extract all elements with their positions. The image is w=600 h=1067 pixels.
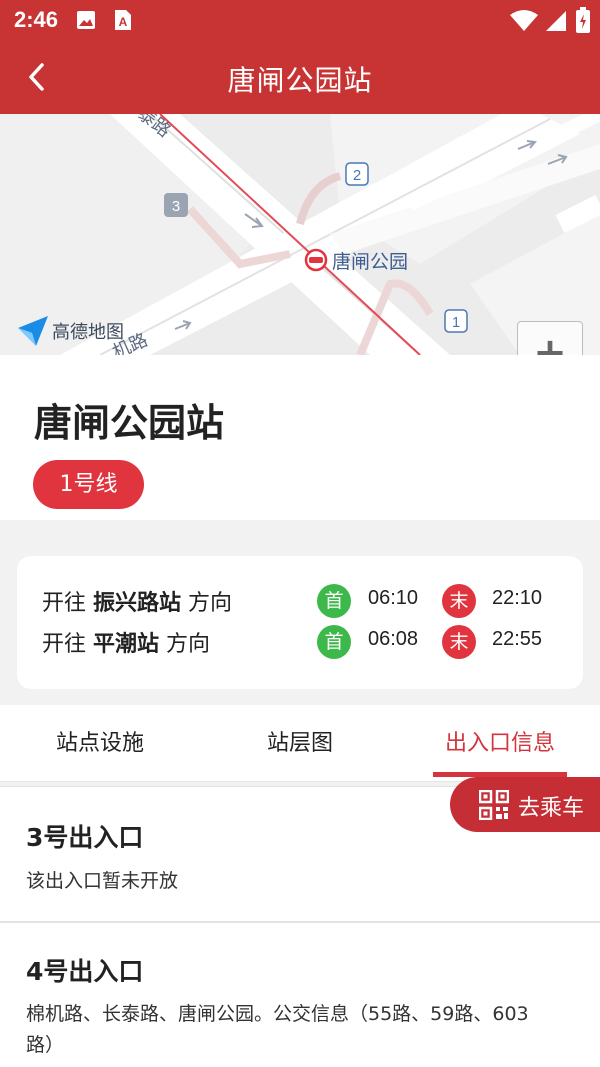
schedule-row: 开往 振兴路站 方向 首 06:10 末 22:10 — [17, 581, 583, 621]
font-a-icon: A — [115, 10, 131, 30]
zoom-control: + − — [517, 321, 583, 355]
status-bar: 2:46 A — [0, 0, 600, 40]
tab-exit-info[interactable]: 出入口信息 — [400, 725, 600, 757]
go-ride-label: 去乘车 — [518, 796, 585, 821]
station-name: 唐闸公园站 — [34, 401, 225, 445]
svg-text:1: 1 — [452, 314, 460, 331]
map-station-label: 唐闸公园 — [332, 251, 408, 273]
svg-text:3: 3 — [172, 198, 180, 215]
schedule-row: 开往 平潮站 方向 首 06:08 末 22:55 — [17, 622, 583, 662]
app-header: 唐闸公园站 — [0, 40, 600, 114]
line-badge[interactable]: 1号线 — [33, 460, 144, 509]
qr-code-icon — [479, 790, 509, 820]
zoom-in-button[interactable]: + — [518, 322, 582, 355]
exit-title: 3号出入口 — [26, 823, 144, 852]
svg-text:2: 2 — [353, 167, 361, 184]
last-train-badge: 末 — [442, 584, 476, 618]
svg-text:A: A — [119, 15, 128, 29]
last-train-badge: 末 — [442, 625, 476, 659]
direction-text: 开往 平潮站 方向 — [42, 632, 211, 657]
direction-text: 开往 振兴路站 方向 — [42, 591, 233, 616]
battery-icon — [576, 7, 590, 33]
exit-description: 棉机路、长泰路、唐闸公园。公交信息（55路、59路、603路） — [26, 1003, 529, 1056]
exit-marker: 2 — [345, 162, 369, 186]
station-map[interactable]: 泰路 机路 2 3 1 唐闸公园 高德地图 + − — [0, 114, 600, 355]
divider — [0, 921, 600, 923]
last-train-time: 22:55 — [492, 628, 543, 650]
first-train-badge: 首 — [317, 625, 351, 659]
tab-station-facilities[interactable]: 站点设施 — [0, 725, 200, 757]
destination-name: 平潮站 — [93, 632, 160, 657]
exit-marker: 1 — [444, 309, 468, 333]
go-ride-button[interactable]: 去乘车 — [450, 777, 600, 832]
tab-bar: 站点设施 站层图 出入口信息 — [0, 705, 600, 782]
status-time: 2:46 — [14, 7, 59, 32]
tab-floor-plan[interactable]: 站层图 — [200, 725, 400, 757]
image-icon — [77, 11, 95, 29]
signal-icon — [546, 11, 566, 31]
first-train-time: 06:10 — [368, 587, 419, 609]
metro-station-icon[interactable] — [304, 248, 328, 272]
destination-name: 振兴路站 — [93, 591, 182, 616]
first-train-time: 06:08 — [368, 628, 419, 650]
map-provider-label: 高德地图 — [52, 322, 124, 343]
map-canvas: 泰路 机路 2 3 1 唐闸公园 高德地图 — [0, 114, 600, 355]
schedule-card: 开往 振兴路站 方向 首 06:10 末 22:10 开往 平潮站 方向 首 0… — [17, 556, 583, 689]
first-train-badge: 首 — [317, 584, 351, 618]
exit-description: 该出入口暂未开放 — [26, 870, 179, 892]
last-train-time: 22:10 — [492, 587, 543, 609]
exit-marker: 3 — [164, 193, 188, 217]
wifi-icon — [510, 10, 538, 31]
exit-title: 4号出入口 — [26, 957, 144, 986]
page-title: 唐闸公园站 — [227, 64, 373, 97]
